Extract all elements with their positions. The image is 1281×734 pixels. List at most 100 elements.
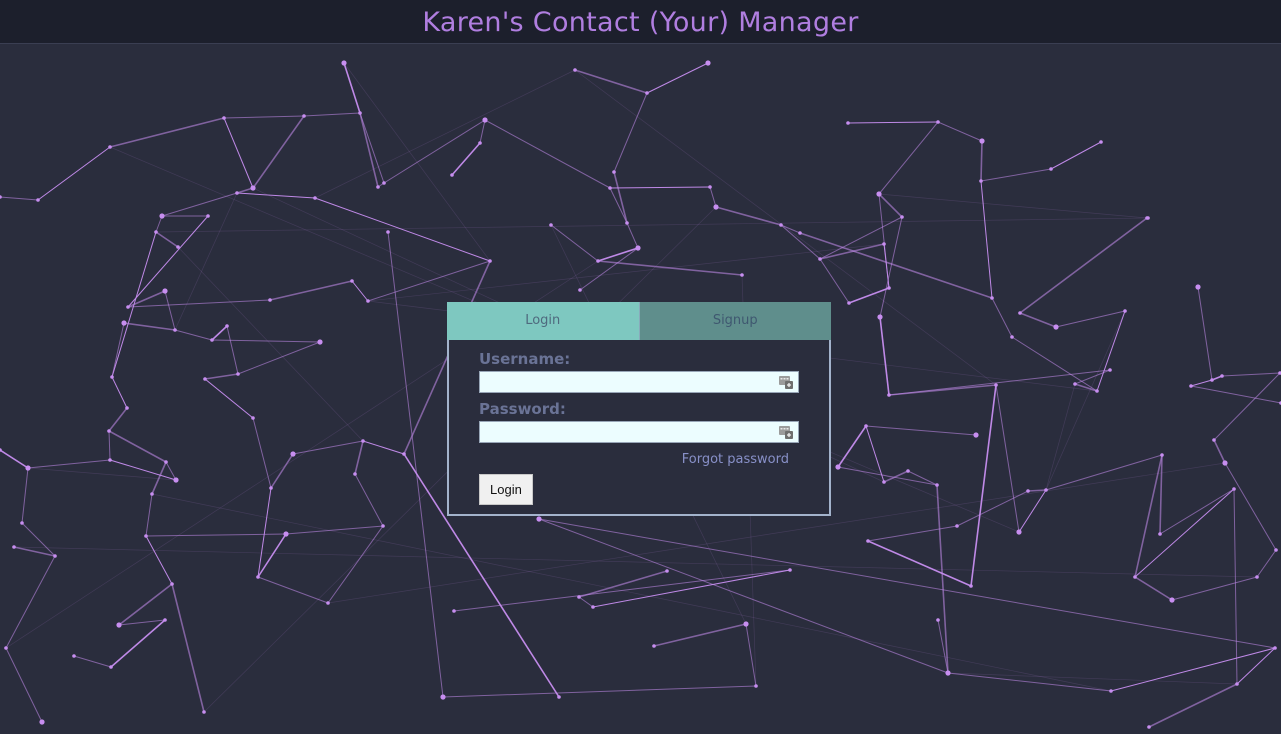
network-node (935, 483, 939, 487)
network-node (210, 338, 214, 342)
network-line (108, 430, 167, 463)
network-line (27, 459, 111, 469)
password-input[interactable] (479, 421, 799, 443)
network-node (121, 320, 127, 326)
network-line (451, 142, 481, 176)
network-node (36, 198, 40, 202)
network-line (303, 112, 361, 117)
network-node (203, 377, 207, 381)
network-node (936, 618, 940, 622)
network-node (39, 719, 45, 725)
network-line (177, 246, 364, 442)
network-node (945, 670, 951, 676)
network-line (223, 115, 305, 119)
network-line (37, 146, 111, 201)
network-line (111, 376, 128, 409)
tab-login[interactable]: Login (447, 302, 639, 340)
network-line (21, 522, 56, 557)
network-node (1018, 311, 1022, 315)
network-line (343, 62, 491, 262)
network-line (1221, 372, 1281, 377)
network-line (1213, 372, 1281, 441)
network-line (13, 546, 1258, 578)
network-node (936, 120, 940, 124)
network-node (452, 609, 456, 613)
network-node (955, 524, 959, 528)
network-line (1171, 576, 1258, 601)
network-line (907, 470, 938, 486)
network-line (1134, 576, 1173, 601)
network-line (878, 193, 903, 218)
network-node (1146, 216, 1150, 220)
network-node (126, 305, 130, 309)
network-line (174, 329, 213, 341)
network-node (754, 684, 758, 688)
network-line (211, 339, 321, 343)
network-node (1073, 382, 1077, 386)
network-line (123, 322, 176, 331)
auth-card: Login Signup Username: Password: Forgot … (447, 302, 831, 516)
network-node (900, 215, 904, 219)
network-line (578, 596, 594, 608)
network-line (0, 449, 29, 469)
autofill-key-icon[interactable] (779, 425, 793, 439)
network-node (163, 618, 167, 622)
network-line (937, 121, 983, 142)
network-node (341, 60, 347, 66)
network-node (578, 288, 582, 292)
network-line (947, 672, 1238, 685)
network-line (878, 193, 1148, 219)
network-node (866, 539, 870, 543)
network-line (285, 525, 384, 535)
network-line (715, 206, 782, 226)
network-node (591, 605, 595, 609)
login-button[interactable]: Login (479, 474, 533, 505)
network-node (1169, 597, 1175, 603)
network-line (995, 384, 1020, 533)
network-node (847, 301, 851, 305)
network-node (973, 432, 979, 438)
network-line (108, 407, 128, 432)
network-node (488, 259, 492, 263)
network-line (592, 569, 791, 608)
network-node (107, 429, 111, 433)
network-line (613, 171, 628, 224)
network-line (269, 280, 353, 301)
network-node (876, 191, 882, 197)
network-line (1018, 489, 1047, 533)
autofill-key-icon[interactable] (779, 375, 793, 389)
network-line (1190, 379, 1213, 387)
network-line (118, 619, 166, 626)
network-line (223, 117, 254, 189)
network-node (1099, 140, 1103, 144)
network-line (653, 623, 747, 647)
username-input[interactable] (479, 371, 799, 393)
network-line (226, 325, 239, 375)
network-line (646, 62, 709, 94)
network-node (887, 286, 891, 290)
network-line (1190, 385, 1281, 404)
network-node (478, 141, 482, 145)
network-node (1095, 389, 1099, 393)
network-node (1147, 725, 1151, 729)
network-node (4, 646, 8, 650)
network-line (865, 425, 977, 436)
network-line (108, 430, 111, 461)
network-node (779, 223, 783, 227)
network-line (73, 655, 112, 668)
password-field-wrap (479, 421, 799, 443)
network-node (990, 296, 994, 300)
tab-signup[interactable]: Signup (638, 302, 831, 340)
forgot-password-link[interactable]: Forgot password (682, 452, 789, 467)
network-line (155, 217, 1149, 233)
network-line (609, 187, 628, 224)
network-line (252, 115, 305, 189)
network-node (573, 68, 577, 72)
network-line (538, 518, 1276, 649)
network-node (1044, 488, 1048, 492)
network-node (290, 451, 296, 457)
network-node (1109, 689, 1113, 693)
network-node (366, 299, 370, 303)
network-line (980, 140, 983, 182)
network-node (302, 114, 306, 118)
